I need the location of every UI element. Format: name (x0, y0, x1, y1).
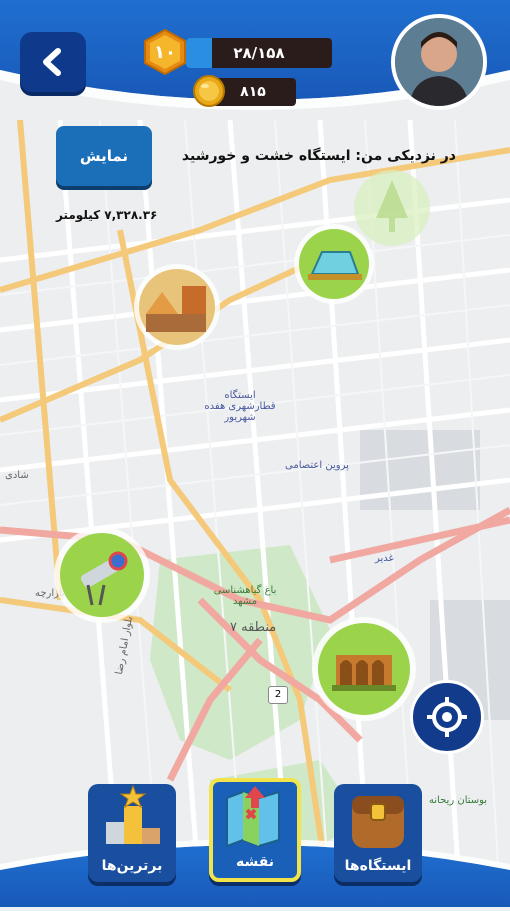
station-marker-kiln[interactable] (52, 525, 152, 625)
station-marker-tent[interactable] (292, 222, 376, 306)
nav-leaderboard-label: برترین‌ها (101, 858, 163, 874)
nav-stations-label: ایستگاه‌ها (344, 858, 412, 874)
backpack-icon (352, 796, 404, 848)
nav-leaderboard-button[interactable]: برترین‌ها (88, 784, 176, 882)
map-label-parvin: پروین اعتصامی (285, 460, 349, 471)
station-marker-arches[interactable] (310, 615, 418, 723)
distance-text: ۷,۳۲۸.۳۶ کیلومتر (56, 208, 158, 222)
xp-progress-bar: ۲۸/۱۵۸ (186, 38, 332, 68)
nav-stations-button[interactable]: ایستگاه‌ها (334, 784, 422, 882)
house-marker-icon (134, 264, 220, 350)
show-button[interactable]: نمایش (56, 126, 152, 186)
locate-me-button[interactable] (410, 680, 484, 754)
level-number: ۱۰ (154, 41, 176, 63)
map-label-ghadir: غدیر (375, 553, 394, 564)
tent-marker-icon (294, 224, 374, 304)
user-photo-icon (395, 18, 483, 106)
nearby-station-label: در نزدیکی من: ایستگاه خشت و خورشید (181, 148, 456, 164)
kiln-marker-icon (54, 527, 150, 623)
crosshair-icon (427, 697, 467, 737)
map-label-garden: باغ گیاهشناسی مشهد (213, 585, 277, 607)
back-arrow-icon (43, 48, 61, 76)
xp-text: ۲۸/۱۵۸ (233, 44, 285, 62)
station-marker-house[interactable] (132, 262, 222, 352)
coin-icon (193, 75, 225, 107)
nav-map-button[interactable]: نقشه (209, 778, 301, 882)
avatar[interactable] (391, 14, 487, 110)
back-button[interactable] (20, 32, 86, 92)
map-label-shadi: شادی (5, 470, 29, 481)
map-label-region7: منطقه ۷ (230, 620, 277, 635)
road-shield-2: 2 (268, 686, 288, 704)
podium-icon (106, 784, 160, 844)
nav-map-label: نقشه (235, 854, 275, 870)
map-label-station: ایستگاه قطارشهری هفده شهریور (204, 390, 276, 423)
folded-map-icon (226, 786, 280, 848)
arches-marker-icon (312, 617, 416, 721)
